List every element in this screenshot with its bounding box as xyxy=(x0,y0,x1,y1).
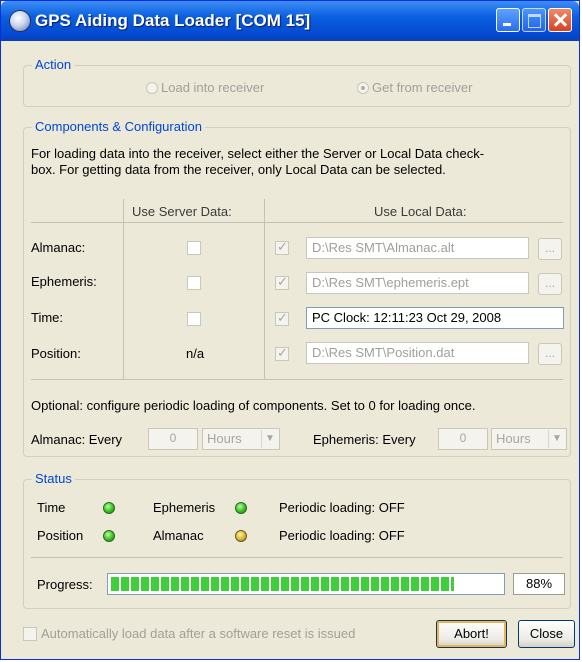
almanac-indicator-label: Almanac xyxy=(153,528,204,543)
position-browse-button[interactable]: ... xyxy=(538,343,562,365)
almanac-local-checkbox[interactable] xyxy=(275,239,289,255)
chevron-down-icon: ▼ xyxy=(548,430,565,448)
periodic-loading-status-1: Periodic loading: OFF xyxy=(279,500,405,515)
status-legend: Status xyxy=(32,471,75,486)
action-legend: Action xyxy=(32,57,75,72)
progress-divider xyxy=(31,557,563,558)
time-indicator-label: Time xyxy=(37,500,66,515)
ephemeris-unit-value: Hours xyxy=(496,431,531,446)
progress-fill xyxy=(111,577,455,591)
time-status-led xyxy=(103,502,115,514)
minimize-button[interactable] xyxy=(496,8,520,32)
get-from-receiver-label: Get from receiver xyxy=(372,80,473,95)
progress-label: Progress: xyxy=(37,577,93,592)
position-status-led xyxy=(103,530,115,542)
action-group: Action xyxy=(23,57,571,107)
ephemeris-status-led xyxy=(235,502,247,514)
title-bar[interactable]: GPS Aiding Data Loader [COM 15] xyxy=(1,1,579,41)
ephemeris-local-checkbox[interactable] xyxy=(275,274,289,290)
components-legend: Components & Configuration xyxy=(32,119,205,134)
time-row-label: Time: xyxy=(31,310,64,325)
app-icon xyxy=(9,10,31,32)
time-local-checkbox[interactable] xyxy=(275,310,289,326)
progress-bar xyxy=(107,573,505,595)
almanac-unit-select[interactable]: Hours ▼ xyxy=(202,428,280,450)
close-window-button[interactable] xyxy=(548,8,572,32)
almanac-every-label: Almanac: Every xyxy=(31,432,123,447)
chevron-down-icon: ▼ xyxy=(261,430,278,448)
time-server-checkbox[interactable] xyxy=(187,312,201,326)
column-divider-2 xyxy=(264,199,265,379)
almanac-path-field[interactable]: D:\Res SMT\Almanac.alt xyxy=(306,237,529,259)
server-data-header: Use Server Data: xyxy=(132,204,232,219)
auto-load-checkbox[interactable] xyxy=(23,627,37,641)
periodic-loading-status-2: Periodic loading: OFF xyxy=(279,528,405,543)
almanac-unit-value: Hours xyxy=(207,431,242,446)
window-title: GPS Aiding Data Loader [COM 15] xyxy=(35,11,311,30)
progress-track xyxy=(111,577,501,591)
ephemeris-indicator-label: Ephemeris xyxy=(153,500,216,515)
maximize-button xyxy=(522,8,546,32)
ephemeris-interval-input[interactable]: 0 xyxy=(438,428,488,450)
ephemeris-row-label: Ephemeris: xyxy=(31,274,97,289)
column-divider-1 xyxy=(123,199,124,379)
almanac-row-label: Almanac: xyxy=(31,240,86,255)
ephemeris-server-checkbox[interactable] xyxy=(187,276,201,290)
ephemeris-path-field[interactable]: D:\Res SMT\ephemeris.ept xyxy=(306,272,529,294)
ephemeris-browse-button[interactable]: ... xyxy=(538,273,562,295)
instructions-line-2: box. For getting data from the receiver,… xyxy=(31,162,446,177)
close-button[interactable]: Close xyxy=(518,620,575,648)
progress-percent: 88% xyxy=(513,573,565,595)
load-into-receiver-radio[interactable] xyxy=(146,82,158,94)
main-window: GPS Aiding Data Loader [COM 15] Action L… xyxy=(0,0,580,660)
get-from-receiver-radio[interactable] xyxy=(357,82,369,94)
options-divider xyxy=(31,379,563,380)
ephemeris-unit-select[interactable]: Hours ▼ xyxy=(491,428,567,450)
almanac-status-led xyxy=(235,530,247,542)
abort-button[interactable]: Abort! xyxy=(436,620,507,648)
position-local-checkbox[interactable] xyxy=(275,345,289,361)
optional-text: Optional: configure periodic loading of … xyxy=(31,398,476,413)
instructions-line-1: For loading data into the receiver, sele… xyxy=(31,146,485,161)
load-into-receiver-label: Load into receiver xyxy=(161,80,265,95)
position-indicator-label: Position xyxy=(37,528,84,543)
local-data-header: Use Local Data: xyxy=(374,204,467,219)
almanac-browse-button[interactable]: ... xyxy=(538,238,562,260)
table-header-divider xyxy=(31,222,563,223)
pc-clock-field: PC Clock: 12:11:23 Oct 29, 2008 xyxy=(306,307,564,329)
ephemeris-every-label: Ephemeris: Every xyxy=(313,432,416,447)
almanac-server-checkbox[interactable] xyxy=(187,241,201,255)
auto-load-label: Automatically load data after a software… xyxy=(41,626,356,641)
position-row-label: Position: xyxy=(31,346,81,361)
almanac-interval-input[interactable]: 0 xyxy=(148,428,198,450)
position-path-field[interactable]: D:\Res SMT\Position.dat xyxy=(306,342,529,364)
position-server-na: n/a xyxy=(186,346,205,361)
